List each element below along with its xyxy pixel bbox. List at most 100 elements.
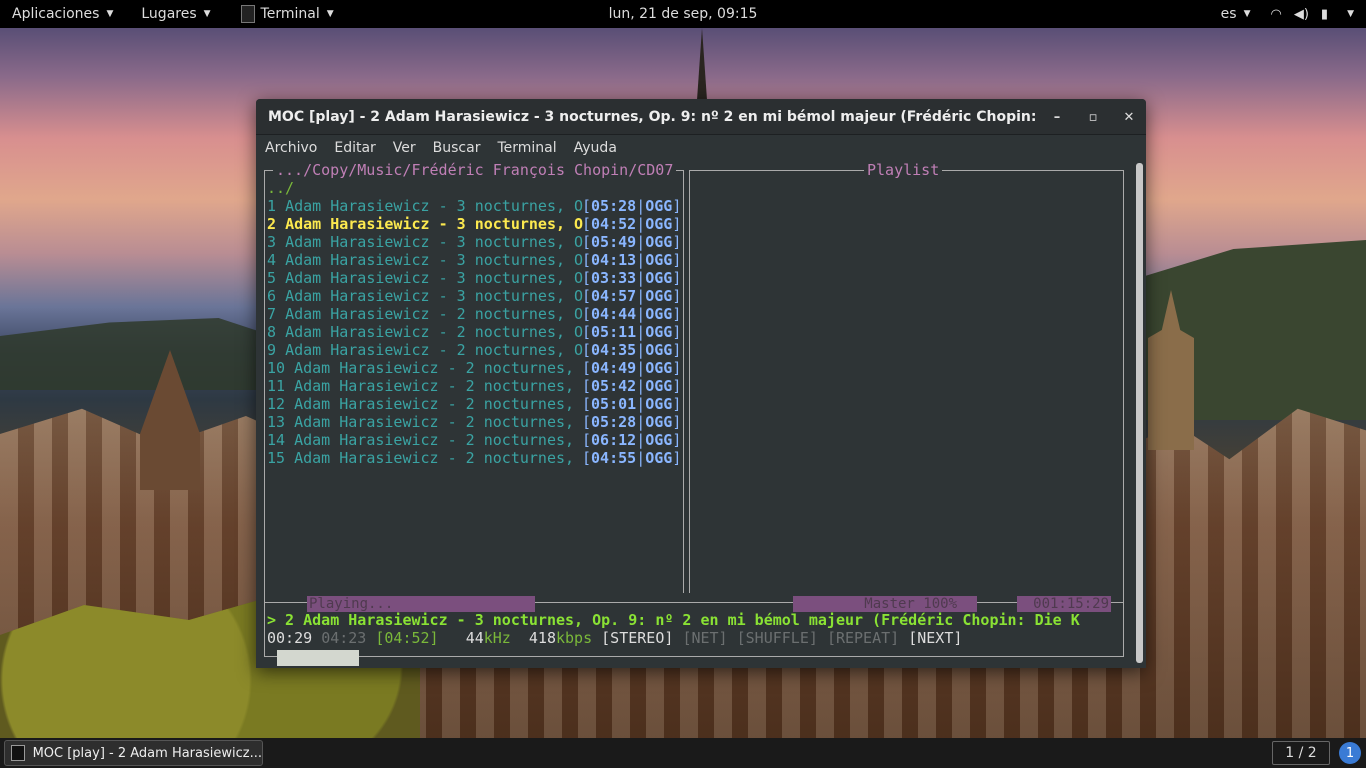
track-row[interactable]: 15 Adam Harasiewicz - 2 nocturnes, [04:55… [267,449,683,467]
updir-item[interactable]: ../ [267,179,683,197]
terminal-menubar: Archivo Editar Ver Buscar Terminal Ayuda [256,135,1146,161]
track-row[interactable]: 10 Adam Harasiewicz - 2 nocturnes, [04:49… [267,359,683,377]
bracket: ] [672,269,682,287]
bracket: ] [672,215,682,233]
track-format: OGG [645,377,673,395]
bracket: [ [582,269,592,287]
bracket: [ [582,431,592,449]
keyboard-layout-menu[interactable]: es ▼ [1201,0,1271,28]
bracket: [ [582,233,592,251]
track-duration: 04:44 [591,305,637,323]
bitrate-unit: kbps [556,629,593,647]
elapsed-time: 00:29 [267,629,313,647]
track-duration: 04:57 [591,287,637,305]
bracket: ] [672,395,682,413]
track-duration: 05:11 [591,323,637,341]
menu-archivo[interactable]: Archivo [265,140,317,156]
bracket: ] [672,233,682,251]
net-flag: [NET] [682,629,728,647]
track-row[interactable]: 5 Adam Harasiewicz - 3 nocturnes, O [03:3… [267,269,683,287]
track-duration: 05:01 [591,395,637,413]
system-menu[interactable]: ◠ ◀) ▮ ▼ [1271,7,1366,22]
now-playing: > 2 Adam Harasiewicz - 3 nocturnes, Op. … [267,611,1080,629]
track-number: 10 [267,359,286,377]
track-row[interactable]: 7 Adam Harasiewicz - 2 nocturnes, O [04:4… [267,305,683,323]
track-format: OGG [645,449,673,467]
taskbar-item-moc[interactable]: MOC [play] - 2 Adam Harasiewicz... [4,740,263,766]
applications-menu[interactable]: Aplicaciones ▼ [0,0,125,28]
separator: | [636,413,646,431]
track-number: 2 [267,215,277,233]
notification-badge[interactable]: 1 [1339,742,1361,764]
track-row[interactable]: 6 Adam Harasiewicz - 3 nocturnes, O [04:5… [267,287,683,305]
track-row[interactable]: 11 Adam Harasiewicz - 2 nocturnes, [05:42… [267,377,683,395]
track-row[interactable]: 3 Adam Harasiewicz - 3 nocturnes, O [05:4… [267,233,683,251]
separator: | [636,359,646,377]
sample-rate: 44 [465,629,484,647]
volume-icon: ◀) [1293,6,1309,22]
track-format: OGG [645,323,673,341]
bracket: [ [582,215,592,233]
terminal-content[interactable]: .../Copy/Music/Frédéric François Chopin/… [259,161,1134,668]
track-row[interactable]: 1 Adam Harasiewicz - 3 nocturnes, O [05:2… [267,197,683,215]
bracket: [ [582,341,592,359]
track-name: Adam Harasiewicz - 2 nocturnes, [294,413,575,431]
menu-buscar[interactable]: Buscar [433,140,481,156]
track-number: 4 [267,251,277,269]
track-row[interactable]: 12 Adam Harasiewicz - 2 nocturnes, [05:01… [267,395,683,413]
track-number: 3 [267,233,277,251]
keyboard-layout-label: es [1220,6,1237,22]
track-row[interactable]: 2 Adam Harasiewicz - 3 nocturnes, O [04:5… [267,215,683,233]
bracket: ] [672,323,682,341]
playback-info: 00:29 04:23 [04:52] 44kHz 418kbps [STERE… [267,629,962,647]
workspace-indicator[interactable]: 1 / 2 [1272,741,1330,765]
bracket: [ [582,413,592,431]
menu-ver[interactable]: Ver [393,140,416,156]
menu-ayuda[interactable]: Ayuda [574,140,617,156]
bracket: [ [582,395,592,413]
maximize-icon[interactable]: ▫ [1086,110,1100,125]
top-panel: Aplicaciones ▼ Lugares ▼ Terminal ▼ lun,… [0,0,1366,28]
close-icon[interactable]: ✕ [1122,110,1136,125]
track-number: 9 [267,341,277,359]
bracket: [ [582,377,592,395]
track-duration: 04:49 [591,359,637,377]
track-row[interactable]: 9 Adam Harasiewicz - 2 nocturnes, O [04:3… [267,341,683,359]
window-titlebar[interactable]: MOC [play] - 2 Adam Harasiewicz - 3 noct… [256,99,1146,135]
minimize-icon[interactable]: – [1050,110,1064,125]
separator: | [636,341,646,359]
separator: | [636,449,646,467]
track-format: OGG [645,395,673,413]
track-name: Adam Harasiewicz - 2 nocturnes, [294,449,575,467]
track-format: OGG [645,305,673,323]
track-name: Adam Harasiewicz - 2 nocturnes, O [285,323,584,341]
track-name: Adam Harasiewicz - 2 nocturnes, O [285,305,584,323]
terminal-scrollbar[interactable] [1136,163,1143,663]
track-number: 6 [267,287,277,305]
frame-left-lower [264,593,265,657]
menu-editar[interactable]: Editar [334,140,375,156]
separator: | [636,287,646,305]
track-format: OGG [645,215,673,233]
track-row[interactable]: 4 Adam Harasiewicz - 3 nocturnes, O [04:1… [267,251,683,269]
track-row[interactable]: 14 Adam Harasiewicz - 2 nocturnes, [06:12… [267,431,683,449]
bracket: ] [672,359,682,377]
track-format: OGG [645,269,673,287]
terminal-window[interactable]: MOC [play] - 2 Adam Harasiewicz - 3 noct… [256,99,1146,668]
battery-icon: ▮ [1320,6,1329,22]
bracket: ] [672,449,682,467]
frame-divider-left [683,170,684,593]
track-row[interactable]: 13 Adam Harasiewicz - 2 nocturnes, [05:28… [267,413,683,431]
frame-left [264,170,265,593]
track-number: 13 [267,413,286,431]
track-name: Adam Harasiewicz - 2 nocturnes, [294,431,575,449]
separator: | [636,377,646,395]
track-duration: 05:49 [591,233,637,251]
bracket: ] [672,413,682,431]
bottom-panel: MOC [play] - 2 Adam Harasiewicz... 1 / 2… [0,738,1366,768]
frame-bottom [264,656,1124,657]
places-menu[interactable]: Lugares ▼ [125,0,222,28]
track-row[interactable]: 8 Adam Harasiewicz - 2 nocturnes, O [05:1… [267,323,683,341]
menu-terminal[interactable]: Terminal [497,140,556,156]
app-menu-terminal[interactable]: Terminal ▼ [223,0,346,28]
